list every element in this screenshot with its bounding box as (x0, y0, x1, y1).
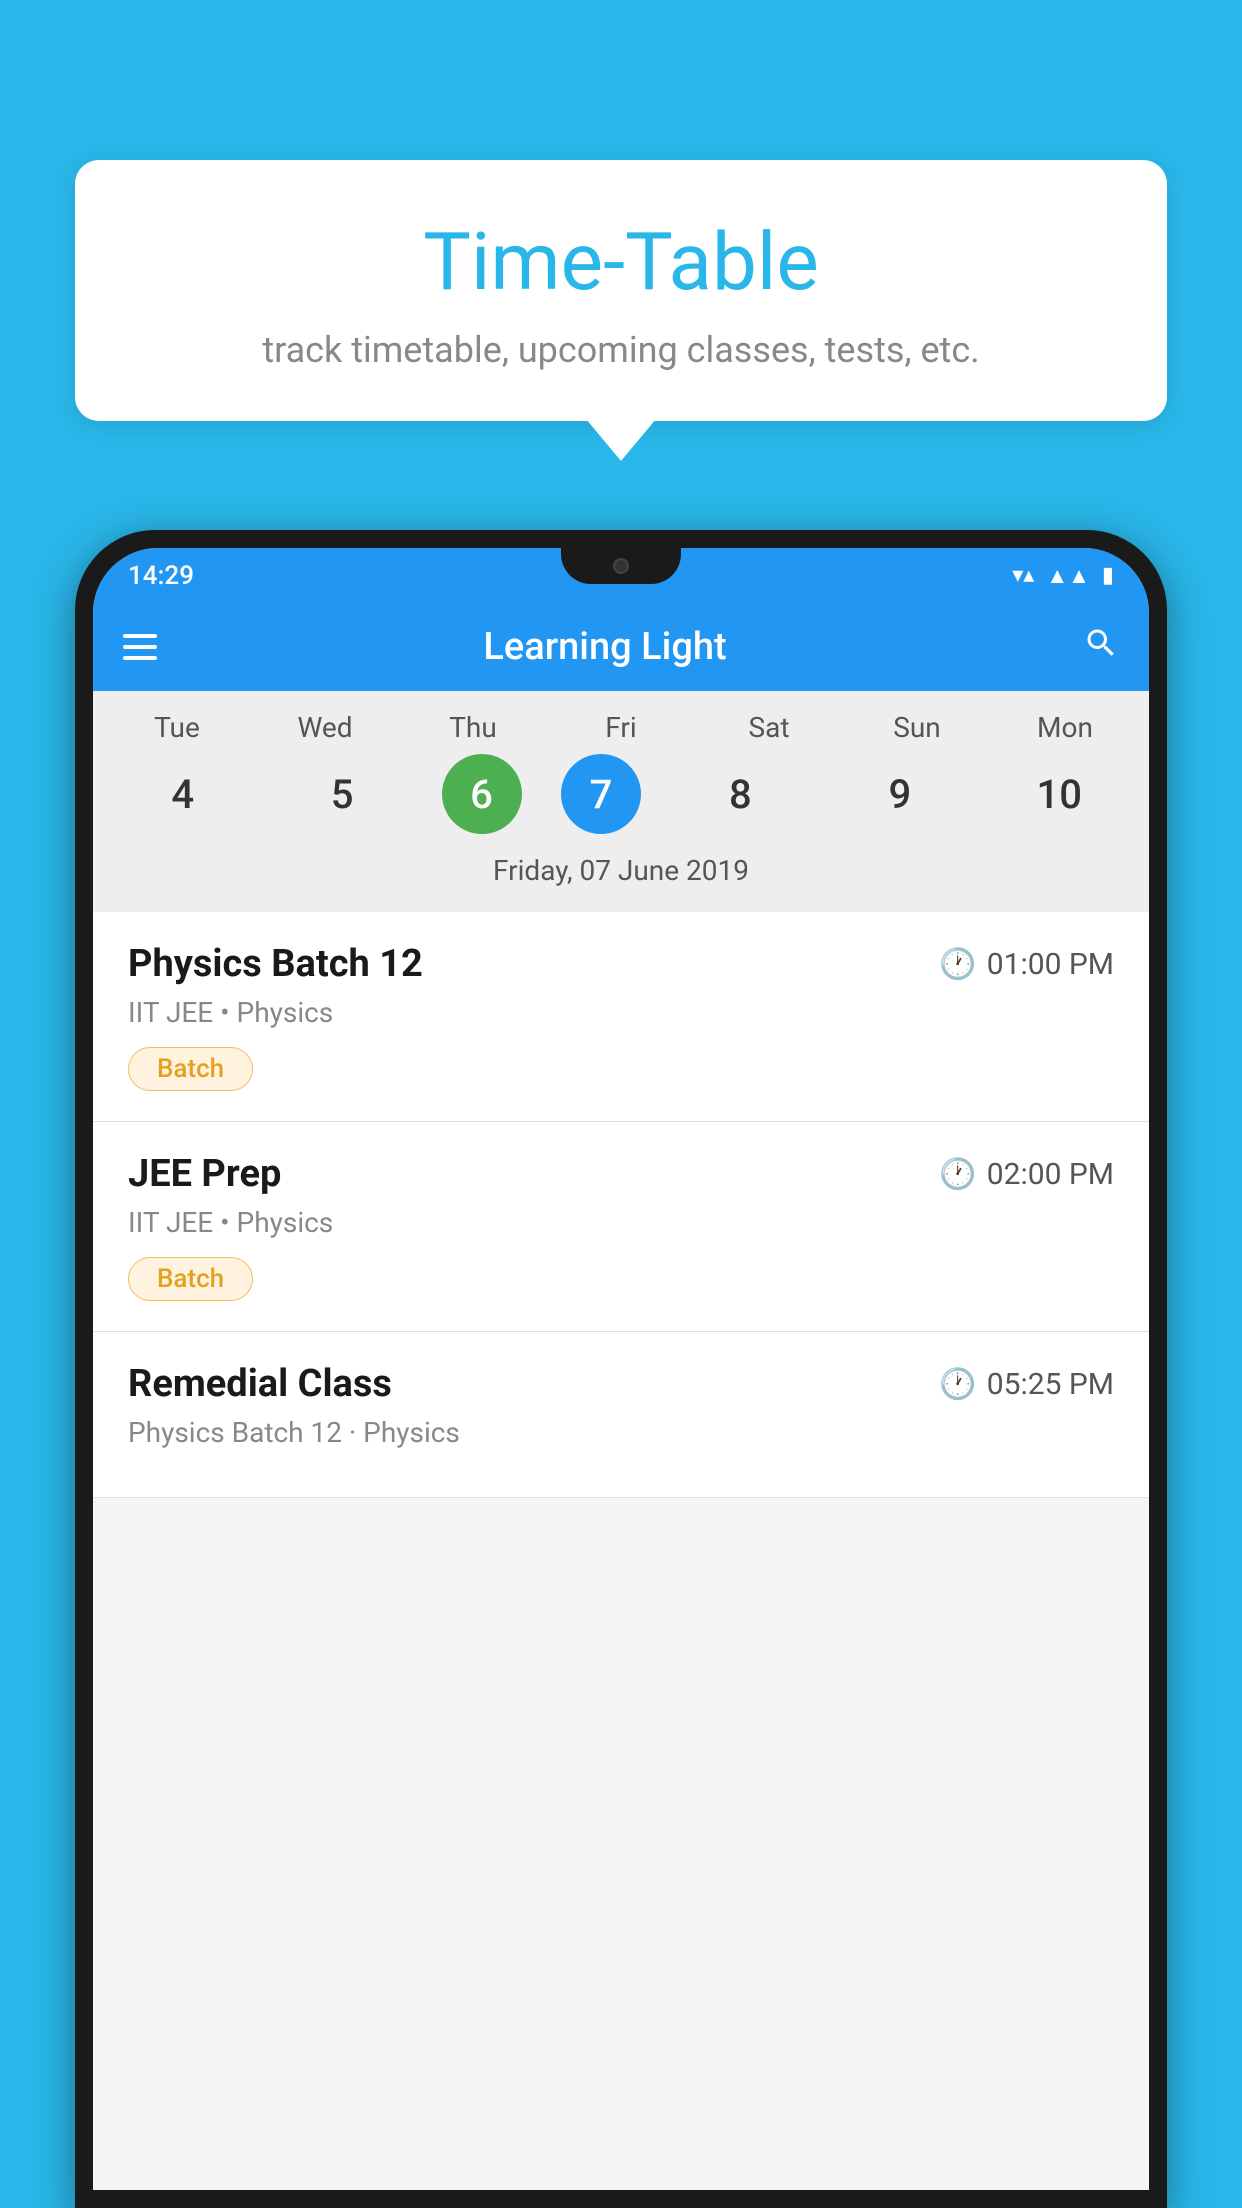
batch-badge: Batch (128, 1047, 253, 1091)
schedule-item[interactable]: Remedial Class 🕐 05:25 PM Physics Batch … (93, 1332, 1149, 1498)
day-header-sun[interactable]: Sun (857, 711, 977, 744)
day-header-mon[interactable]: Mon (1005, 711, 1125, 744)
day-header-fri[interactable]: Fri (561, 711, 681, 744)
schedule-item-header: JEE Prep 🕐 02:00 PM (128, 1152, 1114, 1196)
hamburger-line (123, 645, 157, 649)
day-4[interactable]: 4 (123, 754, 243, 834)
day-6-today[interactable]: 6 (442, 754, 522, 834)
clock-icon: 🕐 (939, 1367, 976, 1402)
notch-camera (613, 558, 629, 574)
schedule-list: Physics Batch 12 🕐 01:00 PM IIT JEE • Ph… (93, 912, 1149, 1498)
time-value: 01:00 PM (987, 947, 1114, 982)
schedule-meta: Physics Batch 12 · Physics (128, 1416, 1114, 1449)
schedule-item-header: Remedial Class 🕐 05:25 PM (128, 1362, 1114, 1406)
status-time: 14:29 (128, 561, 194, 591)
search-icon[interactable] (1083, 625, 1119, 670)
signal-icon: ▲▲ (1046, 563, 1090, 589)
schedule-item[interactable]: JEE Prep 🕐 02:00 PM IIT JEE • Physics Ba… (93, 1122, 1149, 1332)
app-title: Learning Light (187, 625, 1023, 669)
day-9[interactable]: 9 (840, 754, 960, 834)
day-10[interactable]: 10 (999, 754, 1119, 834)
day-numbers: 4 5 6 7 8 9 10 (93, 754, 1149, 834)
selected-date: Friday, 07 June 2019 (93, 849, 1149, 902)
battery-icon: ▮ (1102, 563, 1114, 588)
day-header-thu[interactable]: Thu (413, 711, 533, 744)
day-5[interactable]: 5 (282, 754, 402, 834)
phone-notch (561, 548, 681, 584)
schedule-name: Remedial Class (128, 1362, 392, 1406)
day-header-sat[interactable]: Sat (709, 711, 829, 744)
day-8[interactable]: 8 (680, 754, 800, 834)
speech-bubble: Time-Table track timetable, upcoming cla… (75, 160, 1167, 421)
bubble-title: Time-Table (135, 215, 1107, 309)
status-bar: 14:29 ▾▴ ▲▲ ▮ (93, 548, 1149, 603)
time-value: 02:00 PM (987, 1157, 1114, 1192)
schedule-name: JEE Prep (128, 1152, 281, 1196)
day-header-tue[interactable]: Tue (117, 711, 237, 744)
schedule-meta: IIT JEE • Physics (128, 996, 1114, 1029)
time-value: 05:25 PM (987, 1367, 1114, 1402)
app-bar: Learning Light (93, 603, 1149, 691)
day-headers: Tue Wed Thu Fri Sat Sun Mon (93, 711, 1149, 744)
phone-frame: 14:29 ▾▴ ▲▲ ▮ Learning Light (75, 530, 1167, 2208)
schedule-time: 🕐 02:00 PM (939, 1157, 1114, 1192)
hamburger-menu-icon[interactable] (123, 634, 157, 660)
schedule-name: Physics Batch 12 (128, 942, 423, 986)
clock-icon: 🕐 (939, 947, 976, 982)
wifi-icon: ▾▴ (1012, 563, 1034, 588)
schedule-time: 🕐 05:25 PM (939, 1367, 1114, 1402)
schedule-meta: IIT JEE • Physics (128, 1206, 1114, 1239)
phone-screen: 14:29 ▾▴ ▲▲ ▮ Learning Light (93, 548, 1149, 2190)
schedule-item[interactable]: Physics Batch 12 🕐 01:00 PM IIT JEE • Ph… (93, 912, 1149, 1122)
day-header-wed[interactable]: Wed (265, 711, 385, 744)
calendar-section: Tue Wed Thu Fri Sat Sun Mon 4 5 6 7 8 9 … (93, 691, 1149, 912)
bubble-subtitle: track timetable, upcoming classes, tests… (135, 329, 1107, 371)
hamburger-line (123, 634, 157, 638)
batch-badge: Batch (128, 1257, 253, 1301)
schedule-item-header: Physics Batch 12 🕐 01:00 PM (128, 942, 1114, 986)
clock-icon: 🕐 (939, 1157, 976, 1192)
schedule-time: 🕐 01:00 PM (939, 947, 1114, 982)
status-icons: ▾▴ ▲▲ ▮ (1012, 563, 1114, 589)
hamburger-line (123, 656, 157, 660)
day-7-selected[interactable]: 7 (561, 754, 641, 834)
